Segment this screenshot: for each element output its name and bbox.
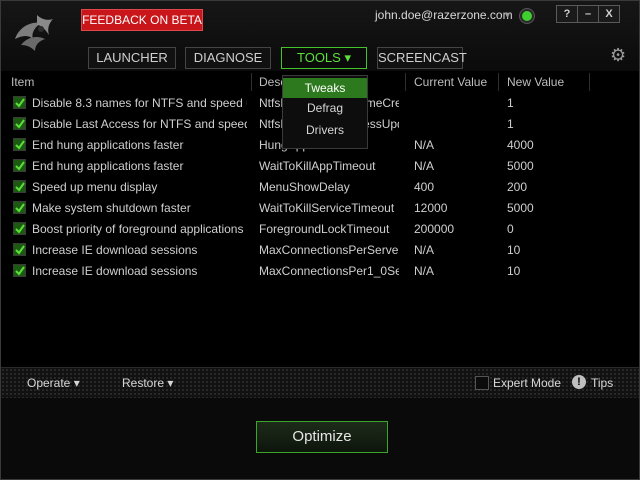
row-item: Increase IE download sessions (32, 243, 198, 257)
row-item: Speed up menu display (32, 180, 158, 194)
row-checkbox-icon[interactable] (13, 222, 26, 235)
row-item: End hung applications faster (32, 138, 184, 152)
row-checkbox-icon[interactable] (13, 159, 26, 172)
row-item: End hung applications faster (32, 159, 184, 173)
row-new-value: 5000 (507, 159, 534, 173)
feedback-button[interactable]: FEEDBACK ON BETA (81, 9, 203, 31)
account-dropdown-icon[interactable]: ▼ (503, 10, 512, 20)
table-row[interactable]: Make system shutdown faster WaitToKillSer… (1, 198, 601, 219)
row-current-value: N/A (414, 243, 435, 257)
row-current-value: N/A (414, 264, 435, 278)
menu-item-tweaks[interactable]: Tweaks (283, 78, 367, 98)
operate-menu[interactable]: Operate ▾ (27, 376, 80, 390)
row-desc: ForegroundLockTimeout (259, 222, 390, 236)
tips-label[interactable]: Tips (591, 376, 613, 390)
column-header-item[interactable]: Item (11, 75, 34, 89)
table-row[interactable]: Increase IE download sessions MaxConnecti… (1, 240, 601, 261)
row-item: Increase IE download sessions (32, 264, 198, 278)
gear-icon[interactable]: ⚙ (610, 46, 626, 64)
table-row[interactable]: Speed up menu display MenuShowDelay 400 200 (1, 177, 601, 198)
row-checkbox-icon[interactable] (13, 117, 26, 130)
row-new-value: 10 (507, 264, 521, 278)
table-row[interactable]: Increase IE download sessions MaxConnecti… (1, 261, 601, 282)
status-dot-icon (520, 9, 534, 23)
column-divider (498, 73, 499, 91)
close-button[interactable]: X (598, 5, 620, 23)
row-desc: WaitToKillServiceTimeout (259, 201, 395, 215)
tips-icon[interactable]: ! (572, 375, 586, 389)
row-desc: WaitToKillAppTimeout (259, 159, 376, 173)
restore-menu[interactable]: Restore ▾ (122, 376, 173, 390)
row-new-value: 1 (507, 117, 514, 131)
row-item: Disable 8.3 names for NTFS and speed up.… (32, 96, 247, 110)
column-divider (251, 73, 252, 91)
expert-mode-checkbox[interactable] (475, 376, 489, 390)
restore-label: Restore (122, 376, 165, 390)
row-item: Disable Last Access for NTFS and speed u… (32, 117, 247, 131)
row-desc: MenuShowDelay (259, 180, 350, 194)
column-header-new[interactable]: New Value (507, 75, 564, 89)
row-new-value: 1 (507, 96, 514, 110)
row-checkbox-icon[interactable] (13, 96, 26, 109)
account-email[interactable]: john.doe@razerzone.com (375, 8, 513, 22)
row-new-value: 0 (507, 222, 514, 236)
column-header-current[interactable]: Current Value (414, 75, 487, 89)
optimize-button[interactable]: Optimize (256, 421, 388, 453)
table-row[interactable]: End hung applications faster WaitToKillAp… (1, 156, 601, 177)
tab-screencast[interactable]: SCREENCAST (377, 47, 467, 69)
row-current-value: 400 (414, 180, 435, 194)
row-current-value: N/A (414, 159, 435, 173)
row-new-value: 10 (507, 243, 521, 257)
table-row[interactable]: Boost priority of foreground application… (1, 219, 601, 240)
row-current-value: 12000 (414, 201, 448, 215)
tab-tools-caret-icon: ▾ (344, 50, 351, 65)
tools-dropdown-menu: Tweaks Defrag Drivers (282, 75, 368, 149)
row-new-value: 200 (507, 180, 528, 194)
tab-launcher[interactable]: LAUNCHER (88, 47, 176, 69)
help-button[interactable]: ? (556, 5, 578, 23)
minimize-button[interactable]: – (577, 5, 599, 23)
operate-caret-icon: ▾ (73, 376, 80, 390)
row-checkbox-icon[interactable] (13, 180, 26, 193)
row-new-value: 4000 (507, 138, 534, 152)
row-checkbox-icon[interactable] (13, 201, 26, 214)
row-current-value: N/A (414, 138, 435, 152)
row-item: Make system shutdown faster (32, 201, 191, 215)
row-current-value: 200000 (414, 222, 455, 236)
operate-label: Operate (27, 376, 71, 390)
row-desc: MaxConnectionsPerServer (259, 243, 399, 257)
menu-item-drivers[interactable]: Drivers (283, 120, 367, 140)
tab-tools[interactable]: TOOLS ▾ (281, 47, 367, 69)
restore-caret-icon: ▾ (167, 376, 174, 390)
tab-tools-label: TOOLS (297, 50, 341, 65)
row-desc: MaxConnectionsPer1_0Se... (259, 264, 399, 278)
row-checkbox-icon[interactable] (13, 243, 26, 256)
expert-mode-label: Expert Mode (493, 376, 562, 390)
razer-logo-icon (15, 15, 53, 51)
column-divider (405, 73, 406, 91)
row-checkbox-icon[interactable] (13, 138, 26, 151)
row-new-value: 5000 (507, 201, 534, 215)
row-checkbox-icon[interactable] (13, 264, 26, 277)
row-item: Boost priority of foreground application… (32, 222, 244, 236)
app-window: FEEDBACK ON BETA john.doe@razerzone.com … (0, 0, 640, 480)
column-divider (589, 73, 590, 91)
tab-diagnose[interactable]: DIAGNOSE (185, 47, 271, 69)
menu-item-defrag[interactable]: Defrag (283, 98, 367, 118)
